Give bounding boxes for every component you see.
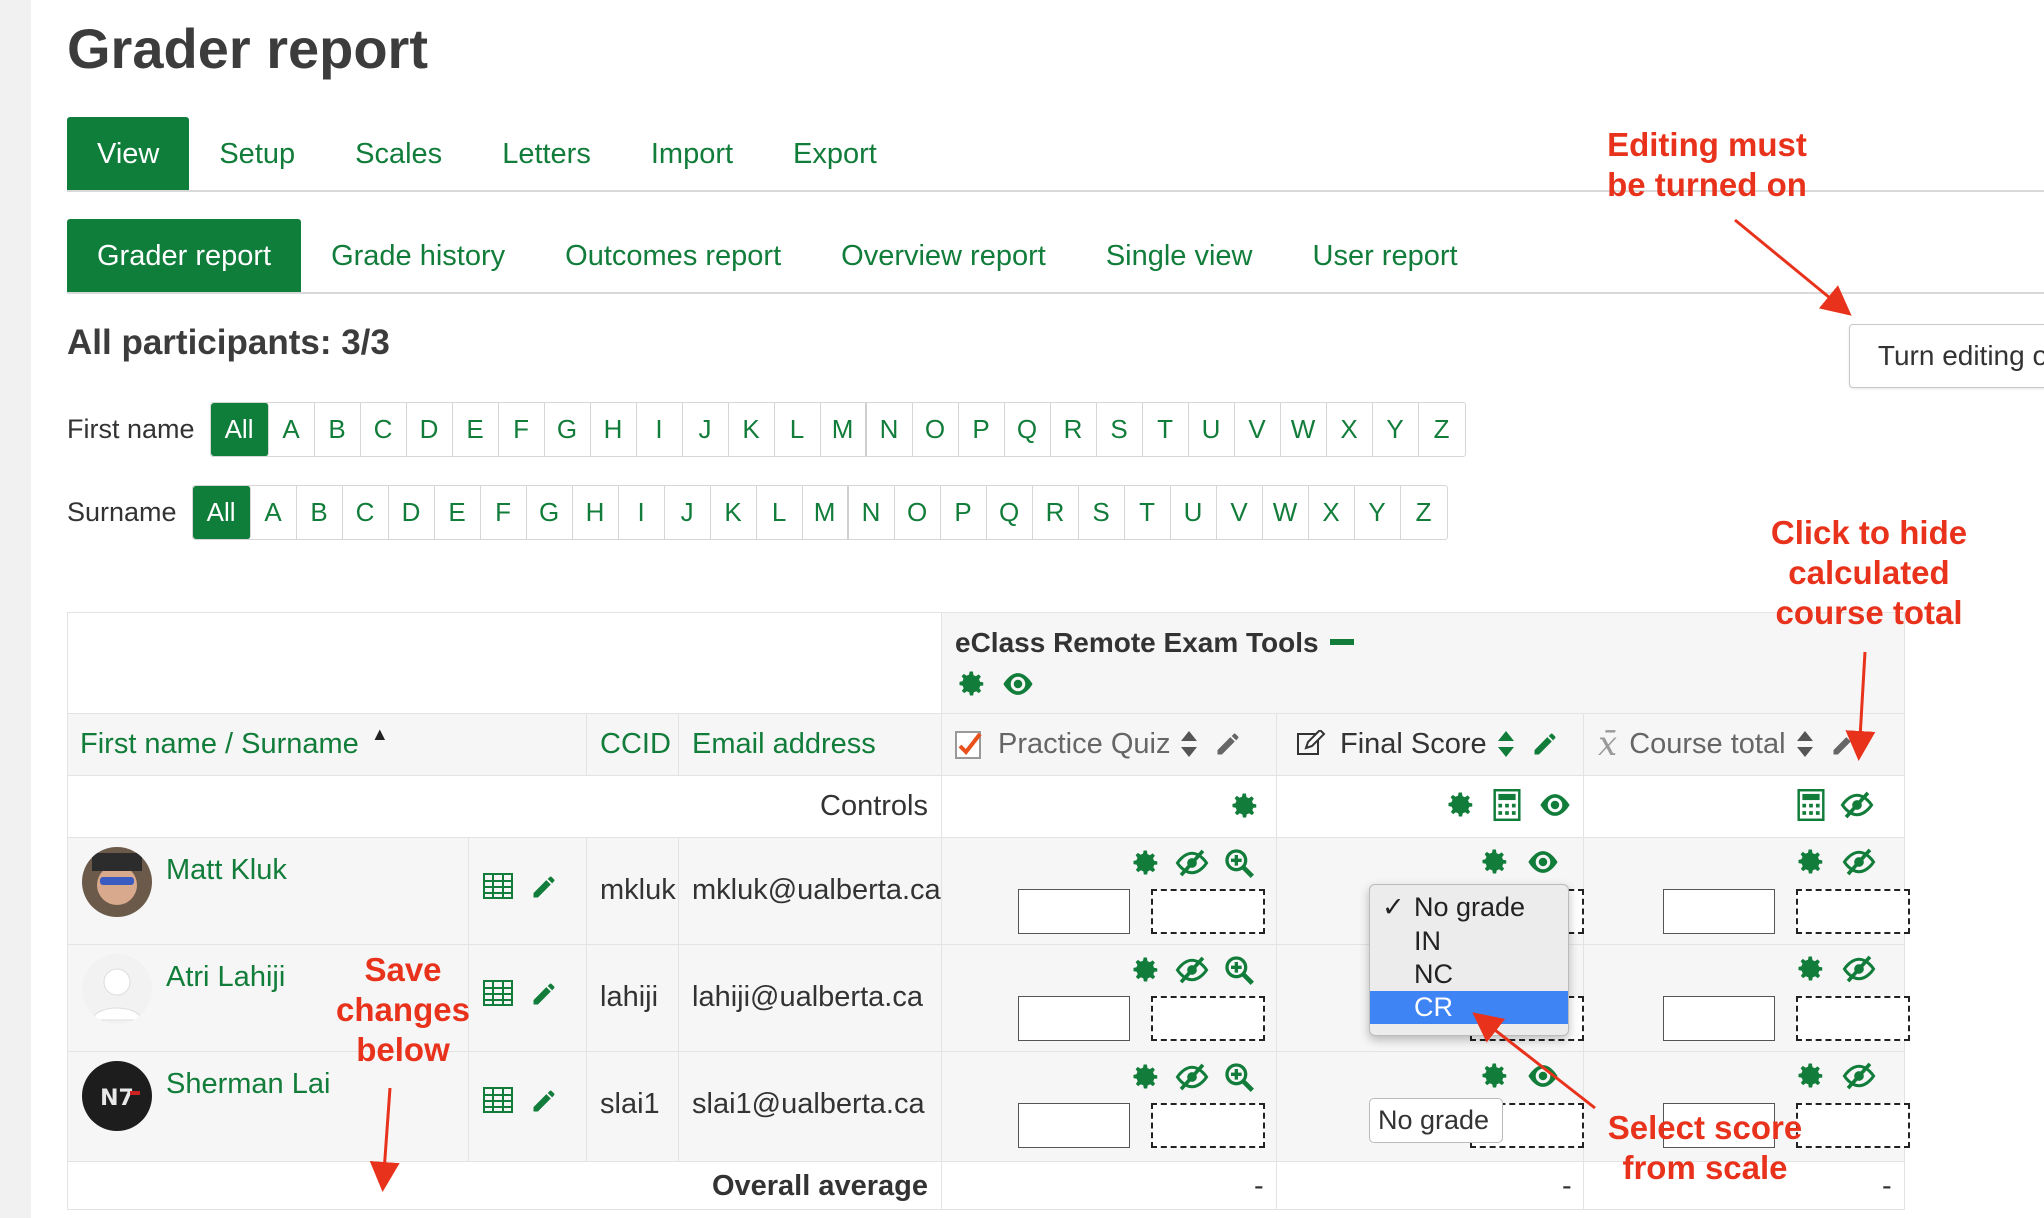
annotation-arrows	[369, 218, 1876, 1192]
arrow-to-dropdown	[1472, 1012, 1596, 1110]
arrow-save-down	[369, 1087, 400, 1192]
arrow-to-hide-icon	[1845, 651, 1876, 761]
left-drawer-edge	[0, 0, 31, 1218]
arrow-to-edit-button	[1734, 218, 1852, 316]
grader-report-page: Grader report View Setup Scales Letters …	[67, 0, 2044, 1218]
